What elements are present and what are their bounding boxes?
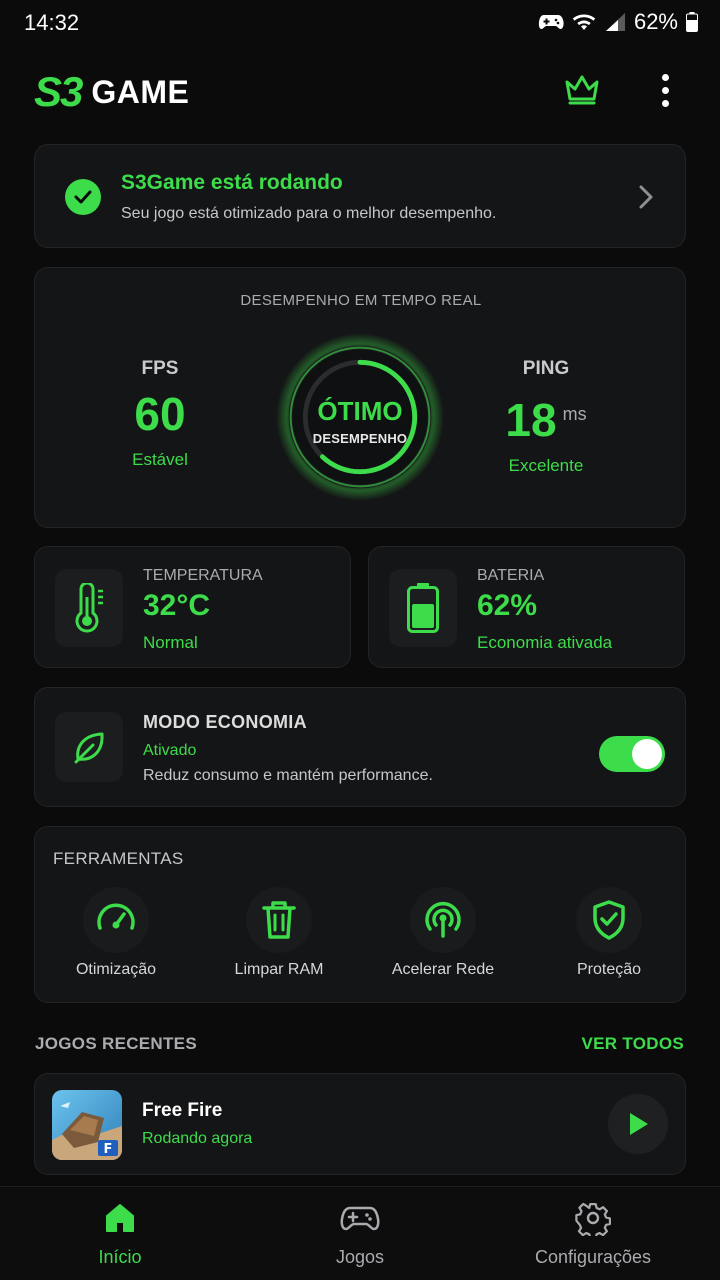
play-icon: [630, 1113, 648, 1135]
fps-metric: FPS 60 Estável: [90, 358, 230, 470]
svg-text:F: F: [104, 1142, 113, 1157]
performance-card: DESEMPENHO EM TEMPO REAL FPS 60 Estável …: [34, 267, 686, 528]
ping-unit: ms: [562, 404, 587, 424]
ping-label: PING: [522, 358, 570, 379]
tool-network-boost[interactable]: Acelerar Rede: [368, 887, 518, 979]
nav-label: Configurações: [534, 1247, 652, 1267]
status-subtitle: Seu jogo está otimizado para o melhor de…: [121, 205, 497, 222]
chevron-right-icon: [639, 185, 653, 209]
tool-optimization[interactable]: Otimização: [41, 887, 191, 979]
bottom-navigation: Início Jogos Configurações: [0, 1186, 720, 1280]
tool-clean-ram[interactable]: Limpar RAM: [204, 887, 354, 979]
network-signal-icon: [410, 887, 476, 953]
ping-metric: PING 18 ms Excelente: [476, 358, 616, 476]
gauge-sub-text: DESEMPENHO: [312, 431, 408, 446]
temperature-value: 32°C: [143, 589, 211, 622]
battery-status: Economia ativada: [477, 633, 613, 652]
game-name: Free Fire: [142, 1100, 223, 1121]
fps-label: FPS: [141, 358, 179, 379]
tool-label: Acelerar Rede: [391, 961, 495, 978]
nav-settings[interactable]: Configurações: [523, 1199, 663, 1268]
game-status: Rodando agora: [142, 1130, 253, 1147]
home-icon: [70, 1199, 170, 1237]
gamepad-status-icon: [538, 15, 564, 29]
nav-home[interactable]: Início: [70, 1199, 170, 1268]
battery-value: 62%: [477, 589, 538, 622]
temperature-card[interactable]: TEMPERATURA 32°C Normal: [34, 546, 351, 668]
running-status-card[interactable]: S3Game está rodando Seu jogo está otimiz…: [34, 144, 686, 248]
battery-label: BATERIA: [477, 567, 545, 584]
tool-label: Proteção: [576, 961, 642, 978]
wifi-icon: [572, 14, 596, 30]
kebab-menu-icon[interactable]: [650, 70, 680, 110]
play-button[interactable]: [608, 1094, 668, 1154]
economy-status: Ativado: [143, 742, 197, 759]
nav-label: Jogos: [335, 1247, 385, 1267]
nav-label: Início: [98, 1247, 142, 1267]
see-all-link[interactable]: VER TODOS: [581, 1034, 684, 1054]
app-header: S3 GAME: [0, 62, 720, 122]
fps-status: Estável: [132, 450, 188, 469]
battery-card[interactable]: BATERIA 62% Economia ativada: [368, 546, 685, 668]
temperature-status: Normal: [143, 633, 198, 652]
speedometer-icon: [83, 887, 149, 953]
app-logo: S3 GAME: [34, 70, 189, 114]
fps-value: 60: [134, 388, 186, 440]
game-thumbnail: F: [52, 1090, 122, 1160]
shield-check-icon: [576, 887, 642, 953]
game-row[interactable]: F Free Fire Rodando agora: [34, 1073, 686, 1175]
logo-mark: S3: [34, 68, 83, 115]
tools-card: FERRAMENTAS Otimização Limpar RAM Aceler…: [34, 826, 686, 1003]
battery-level-icon: [389, 569, 457, 647]
gauge-main-text: ÓTIMO: [317, 396, 403, 426]
battery-icon: [686, 12, 698, 32]
tool-protection[interactable]: Proteção: [534, 887, 684, 979]
logo-text: GAME: [91, 74, 190, 110]
economy-toggle[interactable]: [599, 736, 665, 772]
economy-mode-card: MODO ECONOMIA Ativado Reduz consumo e ma…: [34, 687, 686, 807]
tool-label: Limpar RAM: [234, 961, 324, 978]
economy-title: MODO ECONOMIA: [143, 712, 307, 732]
tool-label: Otimização: [75, 961, 157, 978]
gear-icon: [523, 1199, 663, 1237]
check-icon: [65, 179, 101, 215]
economy-description: Reduz consumo e mantém performance.: [143, 767, 433, 784]
crown-icon[interactable]: [562, 72, 602, 106]
recent-games-title: JOGOS RECENTES: [35, 1034, 197, 1053]
status-title: S3Game está rodando: [121, 171, 343, 194]
nav-games[interactable]: Jogos: [310, 1199, 410, 1268]
cell-signal-icon: [605, 13, 625, 31]
thermometer-icon: [55, 569, 123, 647]
leaf-icon: [55, 712, 123, 782]
ping-value: 18: [505, 394, 557, 446]
status-time: 14:32: [24, 10, 80, 35]
temperature-label: TEMPERATURA: [143, 567, 263, 584]
tools-title: FERRAMENTAS: [53, 849, 184, 868]
trash-icon: [246, 887, 312, 953]
ping-status: Excelente: [508, 456, 584, 475]
gamepad-icon: [310, 1199, 410, 1237]
performance-title: DESEMPENHO EM TEMPO REAL: [240, 292, 482, 309]
status-bar: 14:32 62%: [0, 0, 720, 44]
battery-percent: 62%: [633, 9, 678, 34]
